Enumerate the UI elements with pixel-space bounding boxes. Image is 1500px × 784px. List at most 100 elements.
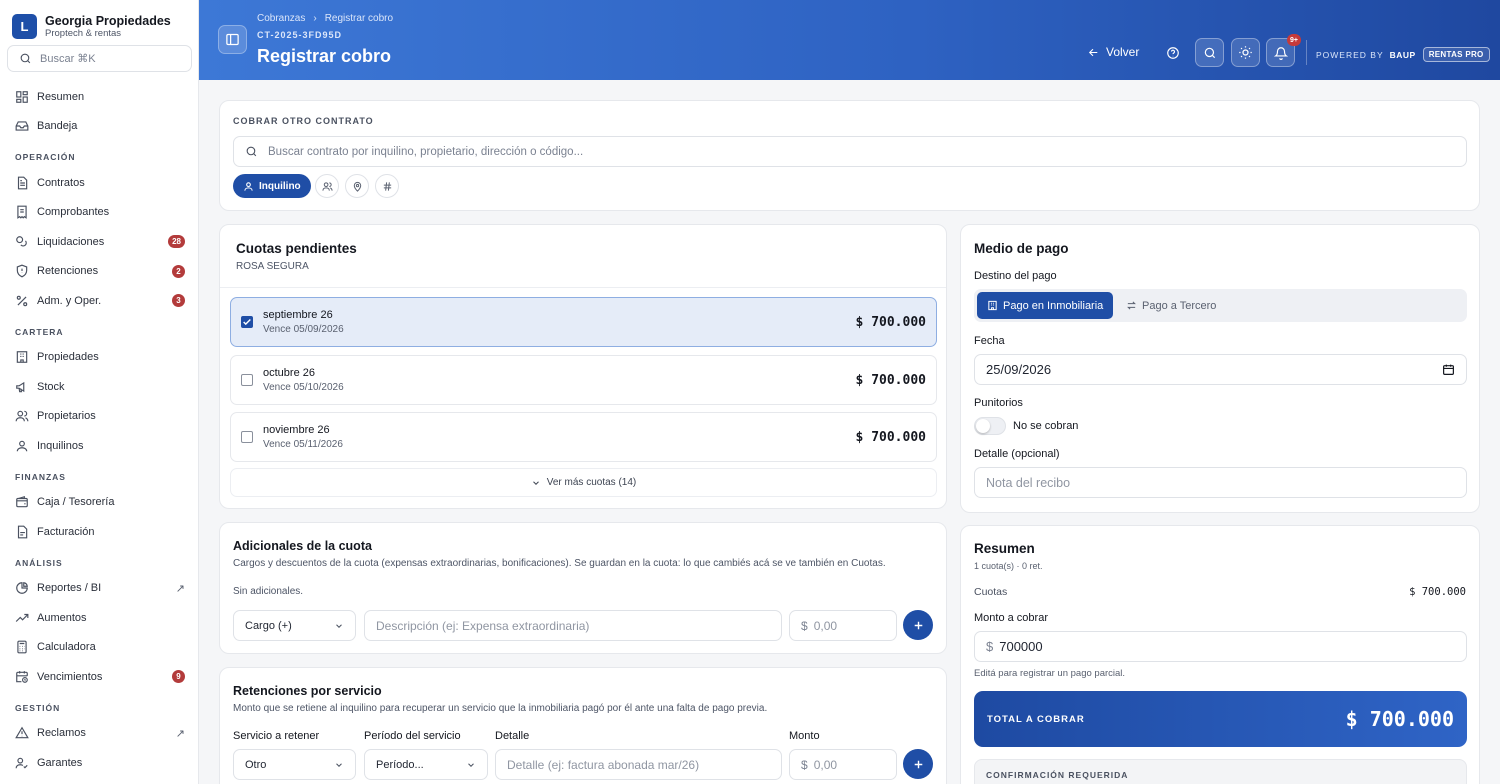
filter-chip-inquilino[interactable]: Inquilino <box>233 174 311 198</box>
fecha-value: 25/09/2026 <box>986 362 1052 377</box>
search-button[interactable] <box>1195 38 1224 67</box>
sidebar-item-inquilinos[interactable]: Inquilinos <box>0 431 199 461</box>
receipt-icon <box>15 205 29 220</box>
column-monto-label: Monto <box>789 730 820 742</box>
medio-pago-card: Medio de pago Destino del pago Pago en I… <box>960 224 1480 513</box>
show-more-cuotas-button[interactable]: Ver más cuotas (14) <box>230 468 937 497</box>
calendar-clock-icon <box>15 670 29 684</box>
sidebar-item-reportes-bi[interactable]: Reportes / BI ↗ <box>0 574 199 604</box>
calculator-icon <box>15 640 29 654</box>
sidebar-search-placeholder: Buscar ⌘K <box>40 53 96 65</box>
cuota-checkbox[interactable] <box>241 431 253 443</box>
cuota-name: septiembre 26 <box>263 309 333 321</box>
brand[interactable]: L Georgia Propiedades Proptech & rentas <box>0 0 198 42</box>
destino-inmobiliaria-option[interactable]: Pago en Inmobiliaria <box>977 292 1114 319</box>
sidebar-toggle-button[interactable] <box>218 25 247 54</box>
breadcrumb-cobranzas[interactable]: Cobranzas <box>257 13 305 24</box>
sidebar-search[interactable]: Buscar ⌘K <box>7 45 192 72</box>
sidebar-item-facturacion[interactable]: Facturación <box>0 517 199 547</box>
destino-tercero-option[interactable]: Pago a Tercero <box>1126 292 1216 319</box>
monto-input[interactable]: $ 700000 <box>974 631 1467 662</box>
back-label: Volver <box>1106 45 1140 59</box>
sidebar-item-aumentos[interactable]: Aumentos <box>0 603 199 633</box>
total-box: TOTAL A COBRAR $ 700.000 <box>974 691 1467 747</box>
notifications-button[interactable]: 9+ <box>1266 34 1301 67</box>
wallet-icon <box>15 495 29 509</box>
sidebar-item-liquidaciones[interactable]: Liquidaciones 28 <box>0 227 199 257</box>
invoice-icon <box>15 525 29 539</box>
help-button[interactable] <box>1158 38 1187 67</box>
brand-logo: L <box>12 14 37 39</box>
chevron-down-icon <box>466 760 476 770</box>
sidebar-item-garantes[interactable]: Garantes <box>0 748 199 778</box>
adicional-description-input[interactable]: Descripción (ej: Expensa extraordinaria) <box>364 610 782 641</box>
add-adicional-button[interactable] <box>903 610 933 640</box>
sidebar-item-label: Resumen <box>37 90 85 103</box>
theme-toggle-button[interactable] <box>1231 38 1260 67</box>
servicio-select[interactable]: Otro <box>233 749 356 780</box>
adicionales-description: Cargos y descuentos de la cuota (expensa… <box>233 558 886 569</box>
retencion-detalle-input[interactable]: Detalle (ej: factura abonada mar/26) <box>495 749 782 780</box>
sidebar-item-propietarios[interactable]: Propietarios <box>0 402 199 432</box>
adicional-type-select[interactable]: Cargo (+) <box>233 610 356 641</box>
sidebar-item-label: Aumentos <box>37 611 87 624</box>
sidebar-item-comprobantes[interactable]: Comprobantes <box>0 198 199 228</box>
user-check-icon <box>15 756 29 770</box>
breadcrumb-separator-icon: › <box>313 13 317 24</box>
detalle-label: Detalle (opcional) <box>974 448 1060 460</box>
sidebar-item-stock[interactable]: Stock <box>0 372 199 402</box>
fecha-input[interactable]: 25/09/2026 <box>974 354 1467 385</box>
periodo-select[interactable]: Período... <box>364 749 488 780</box>
sidebar-item-retenciones[interactable]: Retenciones 2 <box>0 257 199 287</box>
punitorios-toggle[interactable] <box>974 417 1006 435</box>
cuota-row[interactable]: noviembre 26 Vence 05/11/2026 $ 700.000 <box>230 412 937 462</box>
building-icon <box>15 350 29 364</box>
cuotas-card: Cuotas pendientes ROSA SEGURA septiembre… <box>219 224 947 509</box>
calendar-icon[interactable] <box>1442 363 1455 376</box>
cuotas-title: Cuotas pendientes <box>236 241 357 256</box>
sidebar-item-resumen[interactable]: Resumen <box>0 82 199 112</box>
sidebar-item-propiedades[interactable]: Propiedades <box>0 343 199 373</box>
monto-hint: Editá para registrar un pago parcial. <box>974 668 1126 679</box>
plus-icon <box>912 619 925 632</box>
sidebar-item-contratos[interactable]: Contratos <box>0 168 199 198</box>
external-link-icon: ↗ <box>175 727 185 740</box>
sidebar-item-vencimientos[interactable]: Vencimientos 9 <box>0 662 199 692</box>
sidebar-item-reclamos[interactable]: Reclamos ↗ <box>0 719 199 749</box>
contract-search-placeholder: Buscar contrato por inquilino, propietar… <box>268 145 584 158</box>
adicional-type-value: Cargo (+) <box>245 619 292 632</box>
retencion-monto-input[interactable]: $ 0,00 <box>789 749 897 780</box>
cuota-row[interactable]: octubre 26 Vence 05/10/2026 $ 700.000 <box>230 355 937 405</box>
add-retencion-button[interactable] <box>903 749 933 779</box>
sidebar-item-caja-tesoreria[interactable]: Caja / Tesorería <box>0 488 199 518</box>
sidebar-item-label: Reportes / BI <box>37 582 102 595</box>
brand-name: Georgia Propiedades <box>45 14 171 28</box>
sidebar-item-bandeja[interactable]: Bandeja <box>0 112 199 142</box>
detalle-input[interactable]: Nota del recibo <box>974 467 1467 498</box>
sun-icon <box>1238 45 1253 60</box>
resumen-card: Resumen 1 cuota(s) · 0 ret. Cuotas $ 700… <box>960 525 1480 784</box>
retencion-monto-placeholder: 0,00 <box>813 757 838 772</box>
cuota-amount: $ 700.000 <box>855 429 926 445</box>
sidebar: L Georgia Propiedades Proptech & rentas … <box>0 0 199 784</box>
back-button[interactable]: Volver <box>1087 45 1139 59</box>
contract-search-input[interactable]: Buscar contrato por inquilino, propietar… <box>233 136 1467 167</box>
filter-chip-codigo[interactable] <box>375 174 399 198</box>
document-icon <box>15 176 29 190</box>
breadcrumb-current: Registrar cobro <box>324 13 394 24</box>
cuota-due: Vence 05/10/2026 <box>263 382 344 393</box>
sidebar-item-calculadora[interactable]: Calculadora <box>0 633 199 663</box>
plan-badge: RENTAS PRO <box>1422 47 1490 62</box>
sidebar-item-adm-oper[interactable]: Adm. y Oper. 3 <box>0 286 199 316</box>
adicional-amount-input[interactable]: $ 0,00 <box>789 610 897 641</box>
cuota-checkbox[interactable] <box>241 374 253 386</box>
cuota-checkbox[interactable] <box>241 316 253 328</box>
filter-chip-direccion[interactable] <box>345 174 369 198</box>
contract-code: CT-2025-3FD95D <box>257 30 343 40</box>
cuotas-tenant: ROSA SEGURA <box>236 261 309 272</box>
chevron-down-icon <box>531 478 547 488</box>
filter-chip-propietario[interactable] <box>315 174 339 198</box>
external-link-icon: ↗ <box>175 582 185 595</box>
cuota-row[interactable]: septiembre 26 Vence 05/09/2026 $ 700.000 <box>230 297 937 347</box>
check-icon <box>242 317 252 327</box>
